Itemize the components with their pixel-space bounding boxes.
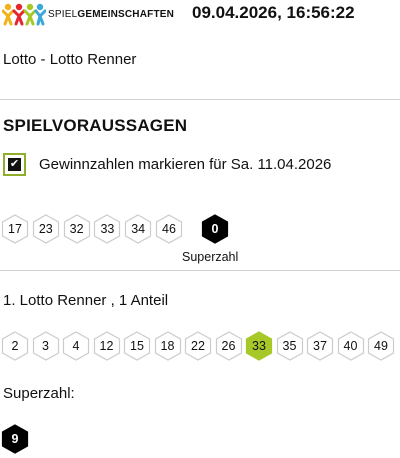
number-ball: 37 [306,331,334,361]
ball-number: 9 [11,432,19,446]
game-title: Lotto - Lotto Renner [3,51,137,68]
app-header: SPIELGEMEINSCHAFTEN 09.04.2026, 16:56:22 [0,0,400,30]
number-ball: 18 [154,331,182,361]
number-ball: 33 [93,214,121,244]
mark-winning-numbers-label: Gewinnzahlen markieren für Sa. 11.04.202… [39,156,332,173]
ball-number: 49 [374,339,388,353]
ball-number: 17 [8,222,22,236]
superzahl-caption: Superzahl [182,250,239,264]
ball-number: 12 [99,339,114,353]
ball-number: 2 [11,339,19,353]
number-ball: 46 [155,214,183,244]
mark-winning-numbers-checkbox[interactable]: ✔ [3,153,26,176]
number-ball: 40 [337,331,365,361]
ball-number: 15 [130,339,144,353]
ball-number: 40 [343,339,358,353]
ball-number: 33 [252,339,266,353]
datetime-display: 09.04.2026, 16:56:22 [192,3,355,22]
ball-number: 0 [211,222,219,236]
number-ball: 3 [32,331,60,361]
number-ball: 4 [62,331,90,361]
ball-number: 46 [162,222,176,236]
ball-number: 3 [42,339,49,353]
ball-number: 32 [69,222,84,236]
checkmark-icon: ✔ [8,158,21,171]
number-ball: 12 [93,331,121,361]
number-ball: 23 [32,214,60,244]
superzahl-label: Superzahl: [3,385,75,402]
brand-prefix: SPIEL [48,9,78,20]
divider [0,99,400,100]
number-ball: 32 [63,214,91,244]
ball-number: 4 [72,339,80,353]
number-ball: 2 [1,331,29,361]
ball-number: 37 [313,339,327,353]
number-ball: 35 [276,331,304,361]
number-ball: 49 [367,331,395,361]
number-ball: 26 [215,331,243,361]
superzahl-ball: 9 [1,424,29,454]
number-ball: 22 [184,331,212,361]
ball-number: 23 [38,222,53,236]
divider [0,270,400,271]
ball-number: 34 [131,222,146,236]
superzahl-ball: 0 [201,214,229,244]
number-ball: 33 [245,331,273,361]
brand-bold: GEMEINSCHAFTEN [77,9,175,20]
ticket-title: 1. Lotto Renner , 1 Anteil [3,292,169,309]
number-ball: 17 [1,214,29,244]
ball-number: 33 [100,222,115,236]
number-ball: 15 [123,331,151,361]
ball-number: 22 [191,339,205,353]
ball-number: 26 [221,339,236,353]
people-logo-icon [1,2,47,26]
number-ball: 34 [124,214,152,244]
ball-number: 18 [160,339,175,353]
brand-name: SPIELGEMEINSCHAFTEN [48,9,174,20]
section-title-predictions: SPIELVORAUSSAGEN [3,116,188,135]
ball-number: 35 [282,339,297,353]
